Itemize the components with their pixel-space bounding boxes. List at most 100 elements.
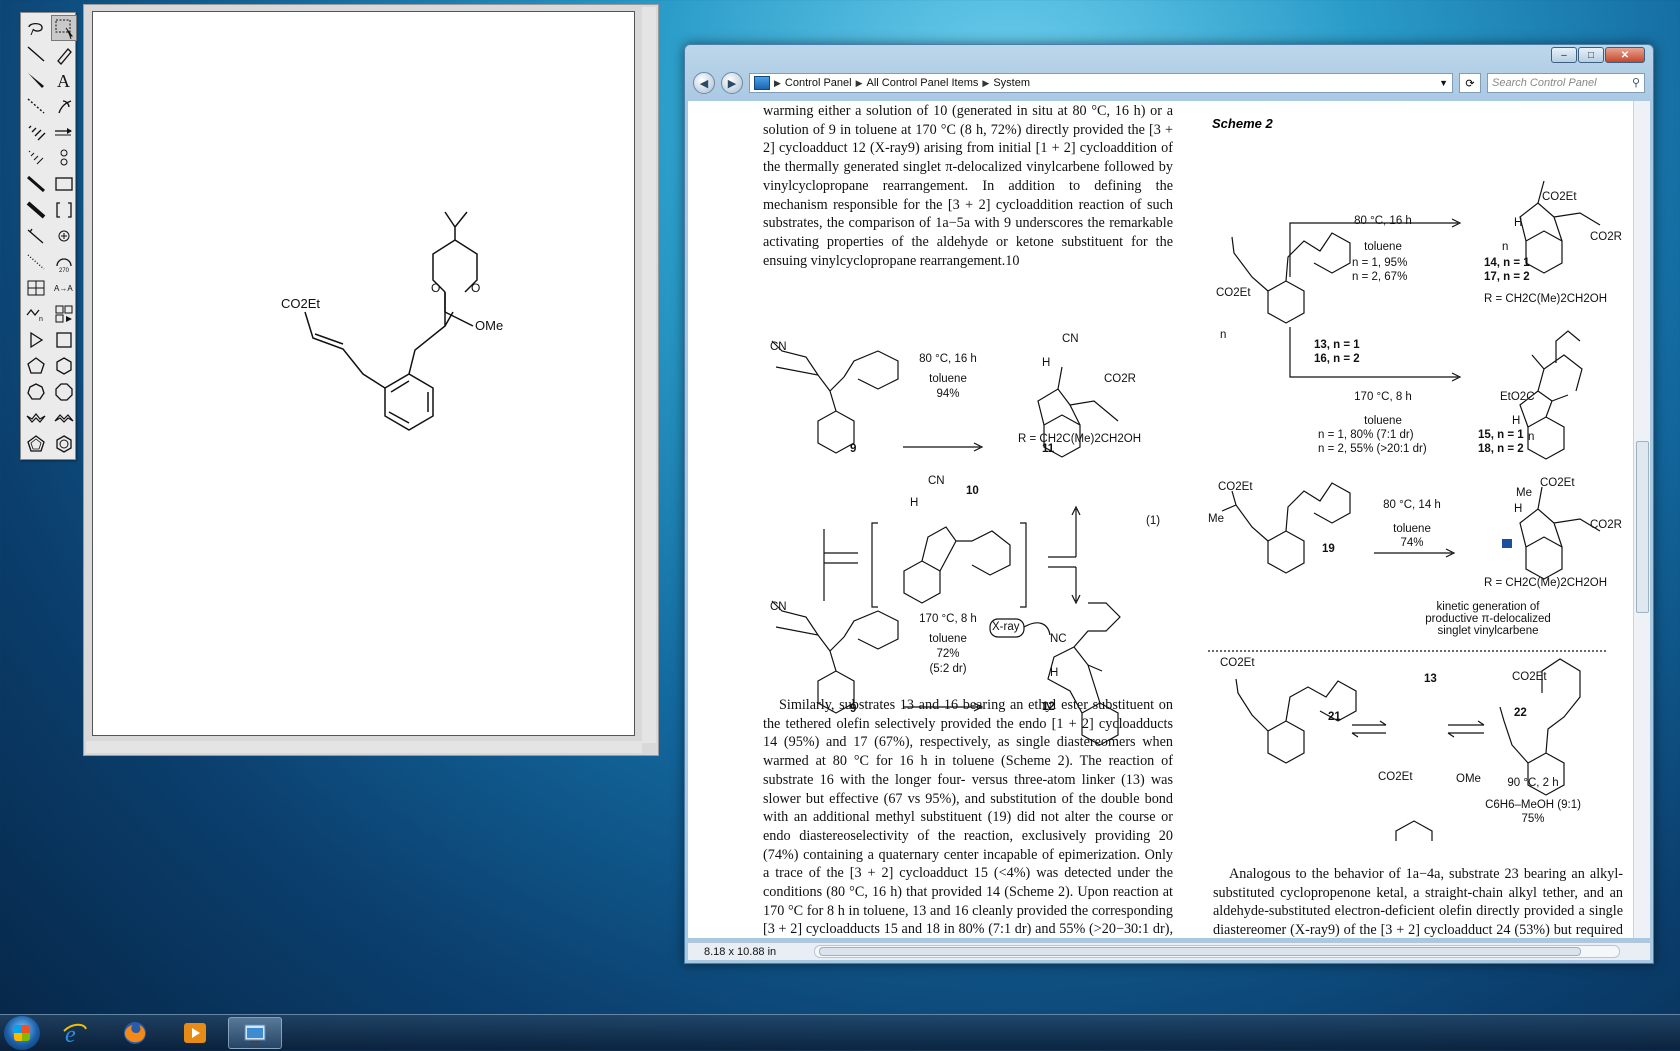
search-input[interactable]: Search Control Panel ⚲ [1487, 73, 1645, 93]
eq-cond-a: 80 °C, 16 h [919, 353, 977, 365]
templates-tool-icon[interactable] [51, 301, 77, 327]
svg-text:n: n [39, 316, 43, 323]
svg-text:A: A [57, 71, 70, 91]
cyclopentadiene-icon[interactable] [23, 431, 49, 457]
explorer-window: – □ ✕ ◀ ▶ ▶ Control Panel ▶ All Control … [684, 44, 1654, 964]
dashed-bond-icon[interactable] [23, 93, 49, 119]
s2-solvent-1: toluene [1364, 241, 1402, 253]
s2-substrate-16: 16, n = 2 [1314, 353, 1360, 365]
hashed-bond-icon[interactable] [23, 119, 49, 145]
minimize-icon[interactable]: – [1551, 47, 1577, 63]
polymer-tool-icon[interactable]: n [23, 301, 49, 327]
s2-co2et-13: CO2Et [1216, 287, 1251, 299]
refresh-icon[interactable]: ⟳ [1459, 73, 1481, 93]
s2-kinetic-2: productive π-delocalized [1425, 613, 1551, 625]
internet-explorer-icon[interactable]: e [48, 1017, 102, 1049]
breadcrumb-item[interactable]: Control Panel [785, 77, 852, 89]
breadcrumb-item[interactable]: System [993, 77, 1030, 89]
drawing-vertical-scrollbar[interactable] [642, 7, 656, 743]
drawing-horizontal-scrollbar[interactable] [86, 741, 642, 753]
s2-co2et-21: CO2Et [1220, 657, 1255, 669]
eq-dr-b: (5:2 dr) [929, 663, 967, 675]
horizontal-scrollbar-thumb[interactable] [819, 947, 1581, 956]
document-horizontal-scrollbar[interactable] [814, 945, 1620, 958]
start-orb-icon[interactable] [4, 1016, 40, 1050]
address-bar[interactable]: ▶ Control Panel ▶ All Control Panel Item… [749, 73, 1453, 93]
s2-co2r-20: CO2R [1590, 519, 1622, 531]
solid-bond-icon[interactable] [23, 41, 49, 67]
taskbar: e [0, 1014, 1680, 1051]
explorer-window-icon[interactable] [228, 1017, 282, 1049]
benzene-ring-icon[interactable] [51, 431, 77, 457]
eq-cn-label: CN [770, 341, 787, 353]
lasso-tool-icon[interactable] [23, 15, 49, 41]
square-ring-icon[interactable] [51, 327, 77, 353]
s2-me-19: Me [1208, 513, 1224, 525]
eq-h-intermediate: H [910, 497, 919, 509]
charge-tool-icon[interactable] [51, 223, 77, 249]
s2-product-17: 17, n = 2 [1484, 271, 1530, 283]
compound-20-highlight [1502, 539, 1512, 548]
breadcrumb-item[interactable]: All Control Panel Items [867, 77, 979, 89]
eq-solvent-b: toluene [929, 633, 967, 645]
s2-solvent-2: toluene [1364, 415, 1402, 427]
maximize-icon[interactable]: □ [1578, 47, 1604, 63]
s2-product-15: 15, n = 1 [1478, 429, 1524, 441]
text-tool-icon[interactable]: A [51, 67, 77, 93]
eraser-icon[interactable] [51, 41, 77, 67]
wedge-bond-icon[interactable] [23, 67, 49, 93]
chair-ring-alt-icon[interactable] [51, 405, 77, 431]
chain-tool-icon[interactable] [51, 145, 77, 171]
eq-h-product: H [1050, 667, 1059, 679]
s2-me-20: Me [1516, 487, 1532, 499]
s2-substrate-13: 13, n = 1 [1314, 339, 1360, 351]
scrollbar-thumb[interactable] [1636, 441, 1649, 613]
media-player-icon[interactable] [168, 1017, 222, 1049]
rectangle-tool-icon[interactable] [51, 171, 77, 197]
marquee-tool-icon[interactable] [51, 15, 77, 41]
close-icon[interactable]: ✕ [1605, 47, 1645, 63]
table-tool-icon[interactable] [23, 275, 49, 301]
eq-co2r-label: CO2R [1104, 373, 1136, 385]
arrow-tool-icon[interactable] [51, 119, 77, 145]
document-view[interactable]: warming either a solution of 10 (generat… [688, 101, 1633, 938]
chevron-down-icon[interactable]: ▼ [1439, 78, 1448, 88]
mapping-tool-icon[interactable]: A→A [51, 275, 77, 301]
s2-co2et-14: CO2Et [1542, 191, 1577, 203]
drawing-canvas[interactable]: O O CO2Et OMe [92, 11, 635, 736]
eq-cn-intermediate: CN [928, 475, 945, 487]
eq-r-definition: R = CH2C(Me)2CH2OH [1018, 433, 1142, 445]
dotted-bond-icon[interactable] [23, 249, 49, 275]
bracket-tool-icon[interactable] [51, 197, 77, 223]
control-panel-icon [754, 76, 770, 90]
search-icon[interactable]: ⚲ [1632, 76, 1640, 89]
structure-drawing[interactable]: O O CO2Et OMe [93, 12, 634, 735]
octagon-ring-icon[interactable] [51, 379, 77, 405]
s2-ome-23: OMe [1456, 773, 1481, 785]
pentagon-ring-icon[interactable] [23, 353, 49, 379]
paragraph-right-bottom: Analogous to the behavior of 1a−4a, subs… [1213, 866, 1623, 938]
document-vertical-scrollbar[interactable] [1633, 101, 1650, 938]
methoxy-label: OMe [475, 318, 503, 333]
paragraph-left-bottom: Similarly, substrates 13 and 16 bearing … [763, 697, 1173, 938]
bold-bond-icon[interactable] [23, 171, 49, 197]
eq-nc-label: NC [1050, 633, 1067, 645]
s2-center-13: 13 [1424, 673, 1437, 685]
chair-ring-icon[interactable] [23, 405, 49, 431]
hashed-wedge-icon[interactable] [23, 145, 49, 171]
equation-1-structures [771, 340, 1121, 746]
back-button[interactable]: ◀ [693, 72, 715, 94]
firefox-icon[interactable] [108, 1017, 162, 1049]
wavy-bond-icon[interactable] [23, 223, 49, 249]
bold-wedge-icon[interactable] [23, 197, 49, 223]
heptagon-ring-icon[interactable] [23, 379, 49, 405]
orbital-tool-icon[interactable]: 270 [51, 249, 77, 275]
forward-button[interactable]: ▶ [721, 72, 743, 94]
compound-9-top: 9 [850, 443, 857, 455]
hexagon-ring-icon[interactable] [51, 353, 77, 379]
pen-tool-icon[interactable] [51, 93, 77, 119]
triangle-ring-icon[interactable] [23, 327, 49, 353]
s2-yield-2b: n = 2, 55% (>20:1 dr) [1318, 443, 1427, 455]
window-controls: – □ ✕ [1551, 47, 1645, 63]
svg-text:A→A: A→A [54, 284, 73, 293]
